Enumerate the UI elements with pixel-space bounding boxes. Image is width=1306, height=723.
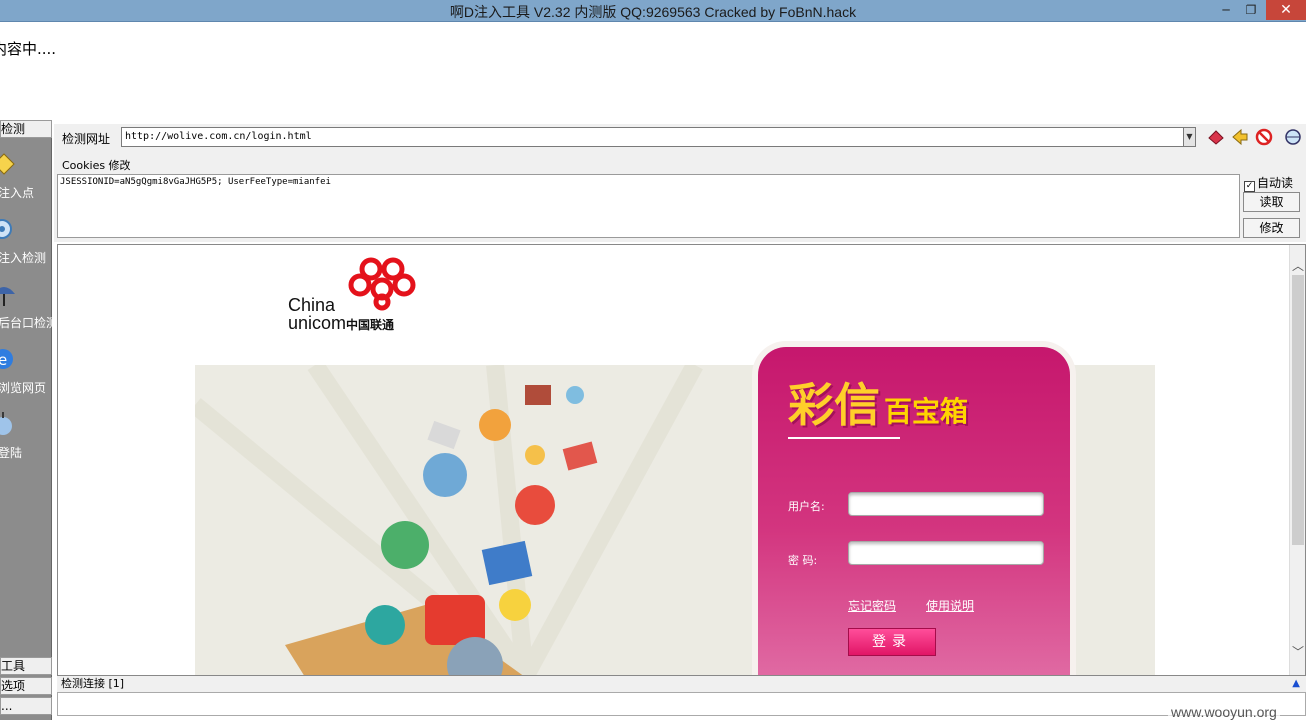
url-bar: 检测网址 http://wolive.com.cn/login.html ▼ [54, 124, 1306, 152]
help-link[interactable]: 使用说明 [926, 597, 974, 614]
scroll-thumb[interactable] [1292, 275, 1304, 545]
browser-view: China unicom中国联通 彩信 百宝箱 用户名: 密 码: 忘记密码 使… [57, 244, 1306, 676]
sidebar-item-label: 注入检测 [0, 251, 47, 265]
stop-icon[interactable] [1255, 128, 1273, 146]
url-label: 检测网址 [62, 132, 111, 146]
sidebar-header-tools[interactable]: 工具 [0, 657, 52, 675]
login-button[interactable]: 登录 [848, 628, 936, 656]
login-panel: 彩信 百宝箱 用户名: 密 码: 忘记密码 使用说明 登录 [758, 347, 1070, 675]
sidebar-item-label: 后台口检测 [0, 316, 52, 330]
globe-icon[interactable] [1284, 128, 1302, 146]
detect-link-label: 检测连接 [1] [61, 677, 125, 690]
auto-read-label: 自动读 [1257, 176, 1294, 190]
cookies-textarea[interactable]: JSESSIONID=aN5gQgmi8vGaJHG5P5; UserFeeTy… [57, 174, 1240, 238]
auto-read-checkbox[interactable]: ✓ 自动读 [1244, 174, 1293, 192]
login-title-main: 彩信 [788, 378, 880, 432]
umbrella-icon [0, 287, 15, 306]
back-arrow-icon[interactable] [1231, 128, 1249, 146]
status-text: 内容中.... [0, 40, 57, 58]
detect-link-bar: 检测连接 [1] ▲ [57, 676, 1306, 692]
folder-icon [0, 153, 15, 175]
status-area: 内容中.... [0, 22, 1306, 118]
read-button[interactable]: 读取 [1243, 192, 1300, 212]
product-collage-image [195, 365, 703, 675]
vertical-scrollbar[interactable]: ︿ ﹀ [1289, 245, 1305, 675]
ie-icon: e [0, 349, 13, 369]
sidebar-header-options[interactable]: 选项 [0, 677, 52, 695]
sidebar-header-detect[interactable]: 检测 [0, 120, 52, 138]
maximize-button[interactable]: ❐ [1238, 0, 1264, 20]
logo-unicom-cn: 中国联通 [346, 318, 395, 332]
gear-search-icon [0, 219, 12, 239]
logo-unicom-text: unicom中国联通 [288, 313, 394, 334]
sidebar-item-login[interactable]: 登陆 [0, 406, 52, 468]
sidebar-header-more[interactable]: ... [0, 697, 52, 715]
scroll-up-icon[interactable]: ︿ [1291, 257, 1305, 274]
username-label: 用户名: [788, 500, 825, 513]
password-input[interactable] [848, 541, 1044, 565]
sidebar-item-injection-detect[interactable]: 注入检测 [0, 211, 52, 273]
sidebar: 检测 注入点 注入检测 后台口检测 e 浏览网页 登陆 工具 选 [0, 120, 52, 720]
forgot-password-link[interactable]: 忘记密码 [848, 597, 896, 614]
china-unicom-logo: China unicom中国联通 [288, 255, 428, 333]
results-panel[interactable] [57, 692, 1306, 716]
window-title: 啊D注入工具 V2.32 内测版 QQ:9269563 Cracked by F… [449, 4, 857, 20]
checkbox-check: ✓ [1244, 181, 1255, 192]
cookies-section: Cookies 修改 JSESSIONID=aN5gQgmi8vGaJHG5P5… [54, 152, 1306, 242]
sidebar-item-browse[interactable]: e 浏览网页 [0, 341, 52, 403]
close-button[interactable]: ✕ [1266, 0, 1306, 20]
sidebar-item-label: 注入点 [0, 186, 35, 200]
unicom-knot-icon [348, 257, 416, 311]
logo-unicom-en: unicom [288, 313, 347, 333]
title-bar: 啊D注入工具 V2.32 内测版 QQ:9269563 Cracked by F… [0, 0, 1306, 22]
expand-arrow-icon[interactable]: ▲ [1292, 676, 1300, 692]
scroll-down-icon[interactable]: ﹀ [1291, 643, 1305, 660]
sidebar-item-admin-detect[interactable]: 后台口检测 [0, 276, 52, 338]
sidebar-item-label: 登陆 [0, 446, 23, 460]
minimize-button[interactable]: ─ [1213, 0, 1239, 20]
url-dropdown-button[interactable]: ▼ [1183, 127, 1196, 147]
eraser-icon[interactable] [1207, 128, 1225, 146]
watermark: www.wooyun.org [1168, 704, 1280, 720]
title-underline [788, 437, 900, 439]
cookies-label: Cookies 修改 [62, 159, 131, 172]
login-title-sub: 百宝箱 [884, 395, 969, 428]
username-input[interactable] [848, 492, 1044, 516]
modify-button[interactable]: 修改 [1243, 218, 1300, 238]
sidebar-item-label: 浏览网页 [0, 381, 47, 395]
apple-icon [0, 412, 12, 435]
sidebar-item-injection-point[interactable]: 注入点 [0, 146, 52, 208]
login-title: 彩信 百宝箱 [788, 369, 968, 435]
password-label: 密 码: [788, 554, 818, 567]
url-input[interactable]: http://wolive.com.cn/login.html [121, 127, 1196, 147]
svg-text:e: e [0, 351, 7, 369]
